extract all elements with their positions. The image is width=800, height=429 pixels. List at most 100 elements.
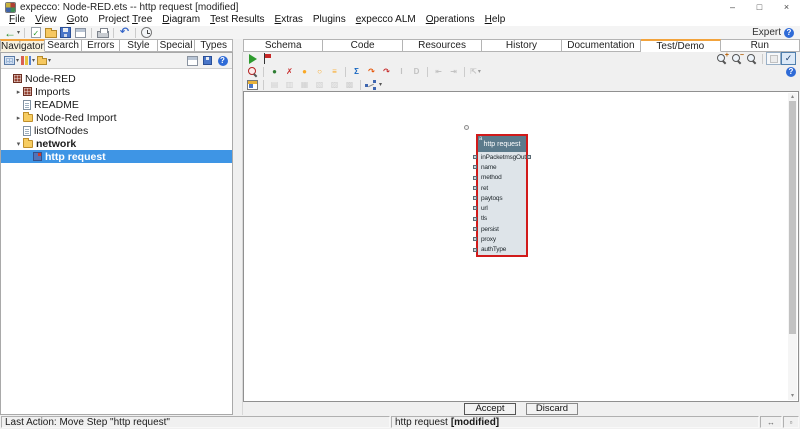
- menu-operations[interactable]: Operations: [421, 14, 480, 26]
- tree-item-imports[interactable]: ▸Imports: [1, 85, 232, 98]
- save-item-button[interactable]: [200, 54, 215, 67]
- breakpoint-enable-button[interactable]: ○: [312, 65, 327, 78]
- input-pin-method[interactable]: [473, 176, 477, 180]
- menu-plugins[interactable]: Plugins: [308, 14, 351, 26]
- inspect-breakpoints-button[interactable]: [245, 65, 260, 78]
- output-pin-msgout[interactable]: [527, 155, 531, 159]
- open-in-window-button[interactable]: [185, 54, 200, 67]
- accept-item-button[interactable]: [28, 26, 43, 39]
- tree-item-http-request[interactable]: http request: [1, 150, 232, 163]
- grid-toggle-button[interactable]: [766, 52, 781, 65]
- navigator-help-button[interactable]: [215, 54, 230, 67]
- palette-button[interactable]: [245, 78, 260, 91]
- panel-splitter[interactable]: [233, 52, 243, 415]
- breakpoint-list-button[interactable]: ≡: [327, 65, 342, 78]
- vertical-scrollbar[interactable]: ▴ ▾: [788, 93, 797, 400]
- skip-step-button[interactable]: ↷: [379, 65, 394, 78]
- snap-toggle-button[interactable]: ✓: [781, 52, 796, 65]
- menu-diagram[interactable]: Diagram: [157, 14, 205, 26]
- breakpoint-remove-button[interactable]: ✗: [282, 65, 297, 78]
- input-pin-persist[interactable]: [473, 227, 477, 231]
- summary-button[interactable]: Σ: [349, 65, 364, 78]
- tab-types[interactable]: Types: [195, 39, 233, 52]
- tab-special[interactable]: Special: [158, 39, 196, 52]
- back-button[interactable]: ←▾: [3, 26, 21, 39]
- node-http-request[interactable]: a http request inPacketmsgOutnamemethodr…: [476, 134, 528, 257]
- scroll-down-icon[interactable]: ▾: [788, 392, 797, 400]
- tab-history[interactable]: History: [482, 39, 561, 52]
- tab-code[interactable]: Code: [323, 39, 402, 52]
- connection-point-marker[interactable]: [464, 125, 469, 130]
- discard-button[interactable]: Discard: [526, 403, 578, 415]
- zoom-out-button[interactable]: −: [729, 52, 744, 65]
- open-suite-button[interactable]: [43, 26, 58, 39]
- menu-view[interactable]: View: [30, 14, 62, 26]
- tab-search[interactable]: Search: [45, 39, 83, 52]
- input-pin-proxy[interactable]: [473, 237, 477, 241]
- connection-style-dropdown[interactable]: ▾: [364, 78, 383, 91]
- align-top-button[interactable]: ▧: [312, 78, 327, 91]
- item-categories-dropdown[interactable]: ▾: [20, 54, 36, 67]
- tab-run[interactable]: Run: [721, 39, 800, 52]
- tree-view-mode-dropdown[interactable]: ▾: [3, 54, 20, 67]
- help-icon[interactable]: [784, 28, 794, 38]
- collapsed-expander-icon[interactable]: ▸: [14, 88, 23, 96]
- run-button[interactable]: [245, 52, 260, 65]
- tree-item-node-red-import[interactable]: ▸Node-Red Import: [1, 111, 232, 124]
- menu-test-results[interactable]: Test Results: [205, 14, 269, 26]
- collapsed-expander-icon[interactable]: ▸: [14, 114, 23, 122]
- align-left-button[interactable]: ▤: [267, 78, 282, 91]
- close-button[interactable]: ×: [773, 0, 800, 14]
- input-pin-ret[interactable]: [473, 186, 477, 190]
- tab-style[interactable]: Style: [120, 39, 158, 52]
- debug-button[interactable]: D: [409, 65, 424, 78]
- history-button[interactable]: [139, 26, 154, 39]
- accept-button[interactable]: Accept: [464, 403, 516, 415]
- diagram-canvas[interactable]: a http request inPacketmsgOutnamemethodr…: [243, 91, 799, 402]
- menu-extras[interactable]: Extras: [270, 14, 308, 26]
- new-window-button[interactable]: [73, 26, 88, 39]
- menu-expecco-alm[interactable]: expecco ALM: [351, 14, 421, 26]
- new-item-dropdown[interactable]: ▾: [36, 54, 52, 67]
- breakpoint-add-button[interactable]: ●: [267, 65, 282, 78]
- input-pin-tls[interactable]: [473, 217, 477, 221]
- diagram-help-icon[interactable]: [786, 67, 796, 77]
- input-pin-inpacket[interactable]: [473, 155, 477, 159]
- tab-resources[interactable]: Resources: [403, 39, 482, 52]
- maximize-button[interactable]: □: [746, 0, 773, 14]
- align-right-button[interactable]: ▦: [297, 78, 312, 91]
- print-button[interactable]: [95, 26, 110, 39]
- input-pin-authtype[interactable]: [473, 248, 477, 252]
- node-title[interactable]: http request: [478, 136, 526, 152]
- tab-test-demo[interactable]: Test/Demo: [641, 39, 720, 52]
- tab-navigator[interactable]: Navigator: [0, 39, 45, 52]
- scrollbar-thumb[interactable]: [789, 101, 796, 334]
- menu-file[interactable]: File: [4, 14, 30, 26]
- tab-schema[interactable]: Schema: [243, 39, 323, 52]
- pointer-mode-dropdown[interactable]: ⇱▾: [468, 65, 483, 78]
- tree-item-listofnodes[interactable]: listOfNodes: [1, 124, 232, 137]
- prev-marker-button[interactable]: ⇤: [431, 65, 446, 78]
- tab-documentation[interactable]: Documentation: [562, 39, 641, 52]
- next-marker-button[interactable]: ⇥: [446, 65, 461, 78]
- breakpoint-toggle-button[interactable]: ●: [297, 65, 312, 78]
- minimize-button[interactable]: –: [719, 0, 746, 14]
- tab-errors[interactable]: Errors: [82, 39, 120, 52]
- inspect-button[interactable]: I: [394, 65, 409, 78]
- input-pin-paytoqs[interactable]: [473, 196, 477, 200]
- input-pin-name[interactable]: [473, 165, 477, 169]
- align-bottom-button[interactable]: ▩: [342, 78, 357, 91]
- align-center-button[interactable]: ▥: [282, 78, 297, 91]
- resize-columns-icon[interactable]: ↔: [760, 416, 782, 428]
- menu-project-tree[interactable]: Project Tree: [93, 14, 157, 26]
- zoom-reset-button[interactable]: [744, 52, 759, 65]
- undo-button[interactable]: ↶: [117, 26, 132, 39]
- input-pin-url[interactable]: [473, 206, 477, 210]
- tree-item-readme[interactable]: README: [1, 98, 232, 111]
- expanded-expander-icon[interactable]: ▾: [14, 140, 23, 148]
- align-middle-button[interactable]: ▨: [327, 78, 342, 91]
- save-suite-button[interactable]: [58, 26, 73, 39]
- zoom-in-button[interactable]: +: [714, 52, 729, 65]
- scroll-up-icon[interactable]: ▴: [788, 93, 797, 101]
- menu-help[interactable]: Help: [480, 14, 511, 26]
